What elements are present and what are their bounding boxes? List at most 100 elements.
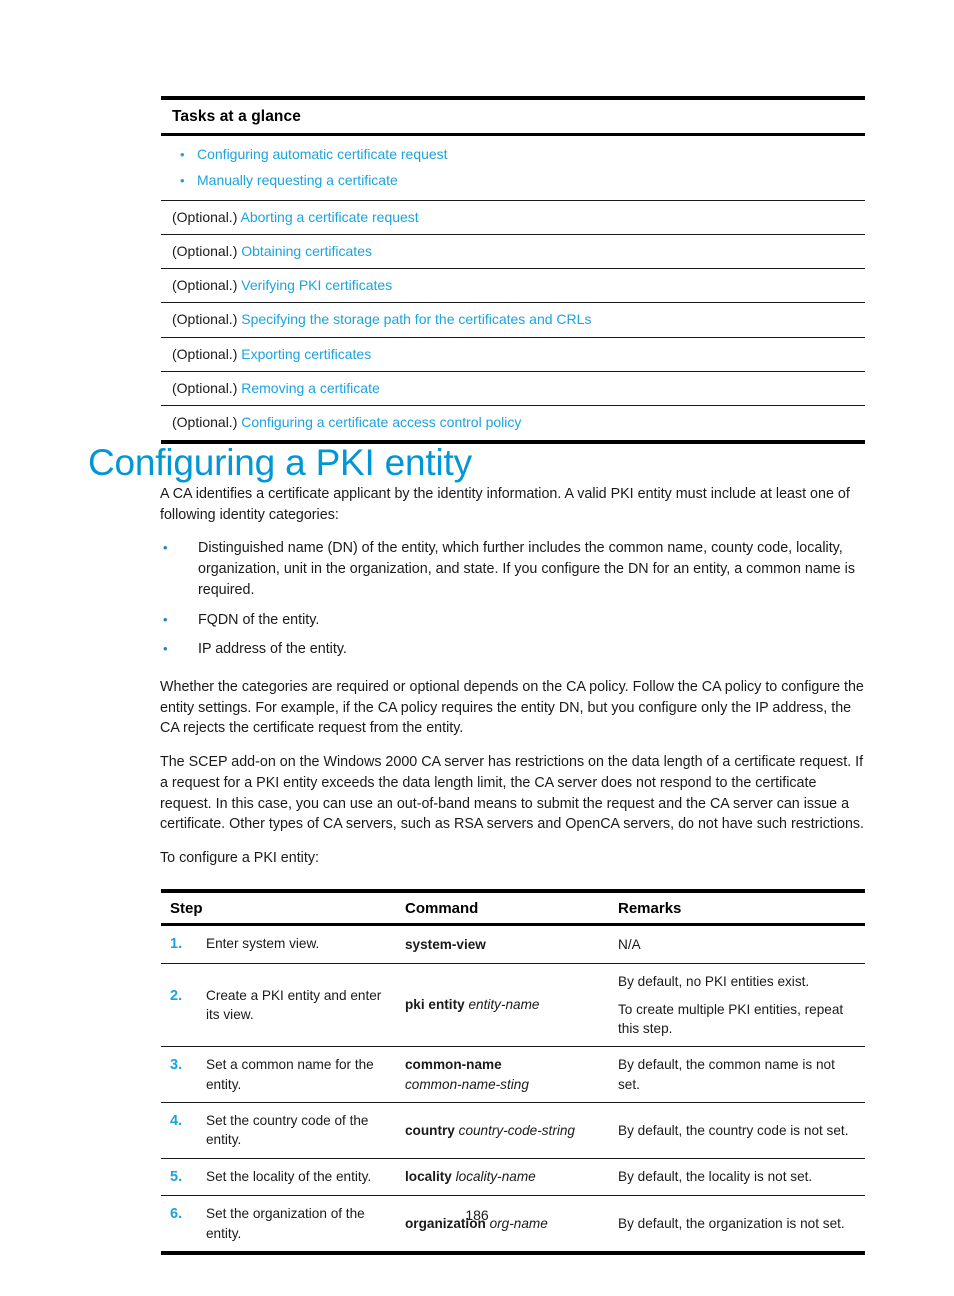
document-page: Tasks at a glance • Configuring automati…: [0, 0, 954, 1296]
link-verifying-pki-certificates[interactable]: Verifying PKI certificates: [241, 277, 392, 293]
optional-label: (Optional.): [172, 414, 242, 431]
table-row: 4. Set the country code of the entity. cou…: [161, 1102, 865, 1159]
body-content: A CA identifies a certificate applicant …: [160, 484, 866, 882]
cell-step: 5. Set the locality of the entity.: [161, 1158, 396, 1197]
step-number: 2.: [170, 987, 183, 1004]
cell-step: 1. Enter system view.: [161, 924, 396, 964]
tasks-table-row: (Optional.) Exporting certificates: [161, 338, 865, 373]
cell-command: common-name common-name-sting: [396, 1046, 609, 1104]
tasks-table-row: (Optional.) Obtaining certificates: [161, 235, 865, 270]
page-title: Configuring a PKI entity: [88, 441, 472, 483]
list-item: • IP address of the entity.: [160, 639, 866, 660]
remark-text: By default, the common name is not set.: [618, 1057, 835, 1092]
optional-label: (Optional.): [172, 208, 241, 225]
cell-command: country country-code-string: [396, 1102, 609, 1159]
list-item-label: Distinguished name (DN) of the entity, w…: [198, 540, 855, 598]
procedure-table-header-row: Step Command Remarks: [161, 891, 865, 926]
cell-command: organization org-name: [396, 1196, 609, 1253]
cell-remarks: By default, the country code is not set.: [609, 1102, 865, 1159]
link-specifying-the-storage-path[interactable]: Specifying the storage path for the cert…: [241, 311, 591, 327]
command-keyword: locality: [405, 1169, 452, 1185]
command-keyword: system-view: [405, 936, 486, 952]
cell-remarks: By default, the common name is not set.: [609, 1046, 865, 1104]
command-keyword: common-name: [405, 1057, 502, 1073]
bullet-dot-icon: •: [180, 173, 185, 189]
identity-categories-list: • Distinguished name (DN) of the entity,…: [160, 538, 866, 660]
optional-label: (Optional.): [172, 345, 242, 362]
paragraph-scep-addon: The SCEP add-on on the Windows 2000 CA s…: [160, 754, 865, 833]
link-configuring-a-certificate-access-control-policy[interactable]: Configuring a certificate access control…: [241, 414, 521, 430]
remark-text: By default, the country code is not set.: [618, 1122, 849, 1138]
step-number: 1.: [170, 936, 183, 952]
table-row: 3. Set a common name for the entity. commo…: [161, 1046, 865, 1104]
step-description: Set the locality of the entity.: [206, 1168, 372, 1184]
command-argument: common-name-sting: [405, 1076, 529, 1092]
list-item-label: FQDN of the entity.: [198, 611, 320, 628]
step-number: 5.: [170, 1168, 183, 1185]
cell-remarks: By default, the locality is not set.: [609, 1158, 865, 1197]
link-aborting-a-certificate-request[interactable]: Aborting a certificate request: [240, 209, 418, 225]
procedure-table: Step Command Remarks 1. Enter system view…: [161, 889, 865, 1255]
list-item-label: IP address of the entity.: [198, 641, 347, 658]
command-keyword: country: [405, 1122, 455, 1138]
cell-remarks: N/A: [609, 924, 865, 964]
paragraph-ca-policy: Whether the categories are required or o…: [160, 679, 864, 737]
step-description: Create a PKI entity and enter its view.: [206, 987, 382, 1023]
cell-command: system-view: [396, 924, 609, 964]
column-header-step: Step: [161, 891, 396, 926]
bullet-dot-icon: •: [180, 147, 185, 162]
link-configuring-automatic-certificate-request[interactable]: Configuring automatic certificate reques…: [197, 144, 448, 164]
command-argument: locality-name: [455, 1169, 536, 1185]
cell-step: 2. Create a PKI entity and enter its view…: [161, 963, 396, 1048]
remark-text: By default, the locality is not set.: [618, 1169, 813, 1185]
cell-remarks: By default, no PKI entities exist. To cre…: [609, 963, 865, 1048]
bullet-dot-icon: •: [163, 611, 168, 627]
tasks-bullet-item: • Configuring automatic certificate requ…: [172, 141, 861, 167]
optional-label: (Optional.): [172, 311, 242, 328]
table-row: 1. Enter system view. system-view N/A: [161, 924, 865, 964]
command-keyword: pki entity: [405, 997, 465, 1013]
cell-command: pki entity entity-name: [396, 963, 609, 1048]
bullet-dot-icon: •: [163, 540, 168, 556]
step-description: Set the country code of the entity.: [206, 1113, 369, 1148]
step-description: Set a common name for the entity.: [206, 1057, 374, 1092]
cell-command: locality locality-name: [396, 1158, 609, 1197]
tasks-bullet-item: • Manually requesting a certificate: [172, 167, 861, 193]
tasks-table-row: (Optional.) Configuring a certificate ac…: [161, 406, 865, 439]
tasks-table-row: (Optional.) Aborting a certificate reque…: [161, 201, 865, 235]
intro-paragraph: A CA identifies a certificate applicant …: [160, 486, 850, 523]
bullet-dot-icon: •: [163, 641, 168, 657]
cell-step: 4. Set the country code of the entity.: [161, 1102, 396, 1159]
tasks-table-row: (Optional.) Removing a certificate: [161, 372, 865, 407]
optional-label: (Optional.): [172, 277, 242, 294]
table-row: 5. Set the locality of the entity. localit…: [161, 1158, 865, 1197]
tasks-table-row: (Optional.) Verifying PKI certificates: [161, 269, 865, 304]
link-manually-requesting-a-certificate[interactable]: Manually requesting a certificate: [197, 170, 398, 190]
optional-label: (Optional.): [172, 380, 242, 397]
table-row: 2. Create a PKI entity and enter its view…: [161, 963, 865, 1048]
link-obtaining-certificates[interactable]: Obtaining certificates: [241, 243, 372, 259]
remark-text: By default, no PKI entities exist.: [618, 973, 810, 989]
cell-step: 6. Set the organization of the entity.: [161, 1196, 396, 1253]
remark-text: N/A: [618, 936, 641, 952]
step-number: 3.: [170, 1057, 183, 1074]
tasks-table-header: Tasks at a glance: [161, 100, 865, 136]
paragraph-to-configure: To configure a PKI entity:: [160, 850, 319, 867]
cell-step: 3. Set a common name for the entity.: [161, 1046, 396, 1104]
table-row: 6. Set the organization of the entity. org…: [161, 1196, 865, 1253]
page-number: 186: [465, 1207, 489, 1223]
remark-text: To create multiple PKI entities, repeat …: [618, 1001, 844, 1037]
step-number: 4.: [170, 1113, 183, 1130]
tasks-at-a-glance-table: Tasks at a glance • Configuring automati…: [161, 96, 865, 444]
tasks-table-row: (Optional.) Specifying the storage path …: [161, 303, 865, 338]
optional-label: (Optional.): [172, 242, 242, 259]
link-removing-a-certificate[interactable]: Removing a certificate: [241, 380, 380, 396]
command-argument: country-code-string: [458, 1122, 575, 1138]
list-item: • Distinguished name (DN) of the entity,…: [160, 538, 866, 600]
link-exporting-certificates[interactable]: Exporting certificates: [241, 346, 371, 362]
column-header-remarks: Remarks: [609, 891, 865, 926]
column-header-command: Command: [396, 891, 609, 926]
cell-remarks: By default, the organization is not set.: [609, 1196, 865, 1253]
list-item: • FQDN of the entity.: [160, 610, 866, 631]
tasks-table-row-bullets: • Configuring automatic certificate requ…: [161, 136, 865, 201]
